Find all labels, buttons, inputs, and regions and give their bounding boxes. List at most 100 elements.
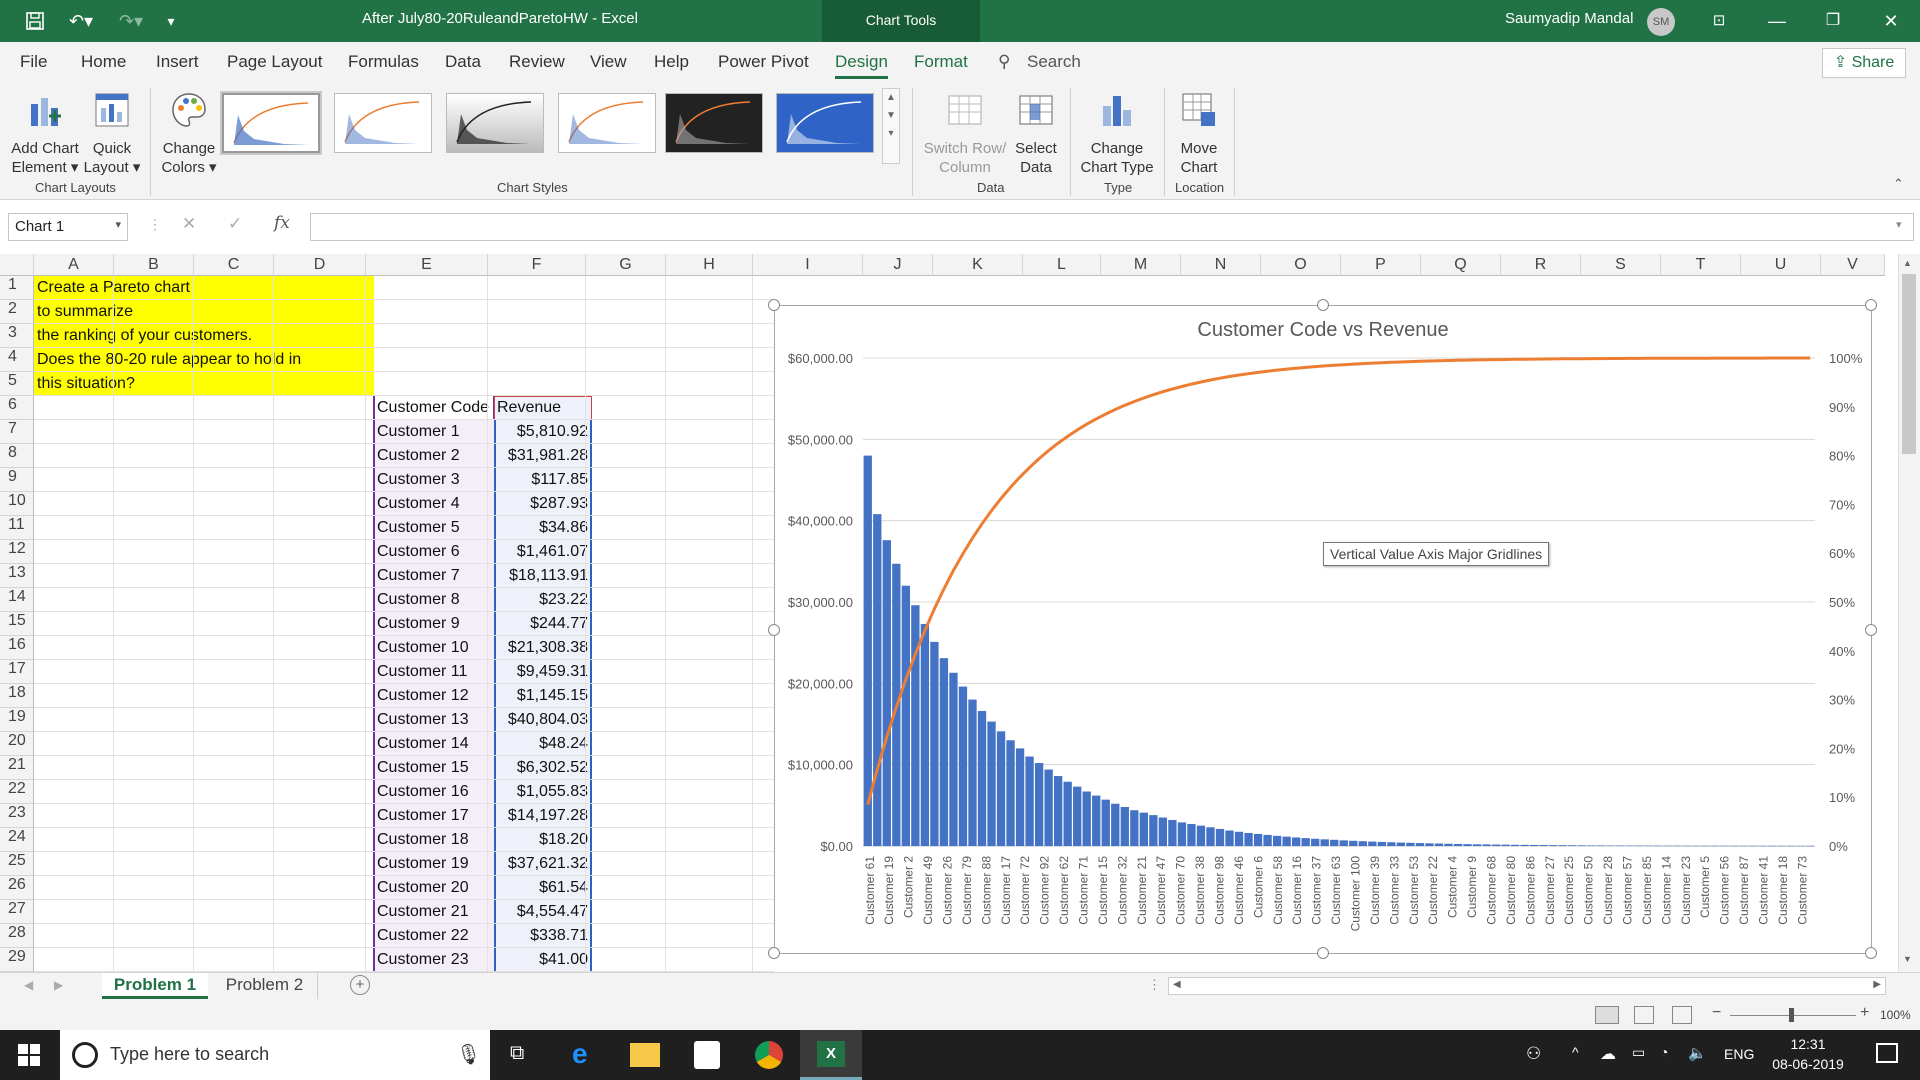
row-header-14[interactable]: 14	[0, 588, 34, 612]
revenue-cell[interactable]: $41.00	[494, 948, 592, 971]
tab-power-pivot[interactable]: Power Pivot	[718, 52, 809, 72]
customer-code-cell[interactable]: Customer 15	[377, 756, 469, 779]
revenue-cell[interactable]: $48.24	[494, 732, 592, 755]
customer-code-cell[interactable]: Customer 2	[377, 444, 460, 467]
tab-file[interactable]: File	[20, 52, 47, 72]
vertical-scrollbar[interactable]: ▲ ▼	[1898, 254, 1920, 972]
close-icon[interactable]: ✕	[1866, 0, 1916, 42]
customer-code-cell[interactable]: Customer 17	[377, 804, 469, 827]
revenue-cell[interactable]: $9,459.31	[494, 660, 592, 683]
restore-icon[interactable]: ❐	[1808, 0, 1858, 42]
resize-handle-top-left[interactable]	[768, 299, 780, 311]
column-header-s[interactable]: S	[1581, 254, 1661, 276]
zoom-level[interactable]: 100%	[1880, 1008, 1911, 1022]
select-data-button[interactable]: Select Data	[1010, 90, 1062, 177]
resize-handle-bottom[interactable]	[1317, 947, 1329, 959]
tab-help[interactable]: Help	[654, 52, 689, 72]
tab-view[interactable]: View	[590, 52, 627, 72]
chart-style-2[interactable]	[334, 93, 432, 153]
customer-code-cell[interactable]: Customer 4	[377, 492, 460, 515]
row-header-1[interactable]: 1	[0, 276, 34, 300]
customer-code-cell[interactable]: Customer 14	[377, 732, 469, 755]
revenue-cell[interactable]: $21,308.38	[494, 636, 592, 659]
avatar[interactable]: SM	[1647, 8, 1675, 36]
row-header-17[interactable]: 17	[0, 660, 34, 684]
row-header-23[interactable]: 23	[0, 804, 34, 828]
page-break-view-icon[interactable]	[1672, 1006, 1692, 1024]
revenue-cell[interactable]: $18,113.91	[494, 564, 592, 587]
revenue-cell[interactable]: $1,145.15	[494, 684, 592, 707]
search-icon[interactable]: ⚲	[998, 52, 1010, 72]
tab-home[interactable]: Home	[81, 52, 126, 72]
revenue-cell[interactable]: $18.20	[494, 828, 592, 851]
enter-icon[interactable]: ✓	[228, 214, 242, 234]
row-header-11[interactable]: 11	[0, 516, 34, 540]
revenue-cell[interactable]: $1,461.07	[494, 540, 592, 563]
change-colors-button[interactable]: Change Colors ▾	[156, 90, 222, 177]
undo-icon[interactable]: ↶▾	[56, 0, 106, 42]
row-header-29[interactable]: 29	[0, 948, 34, 972]
row-header-12[interactable]: 12	[0, 540, 34, 564]
column-header-e[interactable]: E	[366, 254, 488, 276]
next-sheet-icon[interactable]: ▶	[54, 978, 63, 992]
row-header-22[interactable]: 22	[0, 780, 34, 804]
column-header-k[interactable]: K	[933, 254, 1023, 276]
resize-handle-right[interactable]	[1865, 624, 1877, 636]
wifi-icon[interactable]: ◔	[1660, 1044, 1668, 1060]
row-header-25[interactable]: 25	[0, 852, 34, 876]
customer-code-cell[interactable]: Customer 11	[377, 660, 467, 683]
move-chart-button[interactable]: Move Chart	[1170, 90, 1228, 177]
row-header-21[interactable]: 21	[0, 756, 34, 780]
onedrive-icon[interactable]: ☁	[1600, 1044, 1616, 1064]
customer-code-cell[interactable]: Customer 9	[377, 612, 460, 635]
scroll-right-icon[interactable]: ▶	[1873, 979, 1881, 990]
add-sheet-button[interactable]: +	[350, 975, 370, 995]
horizontal-scrollbar[interactable]: ◀ ▶	[1168, 977, 1886, 995]
add-chart-element-button[interactable]: Add Chart Element ▾	[8, 90, 82, 177]
column-header-j[interactable]: J	[863, 254, 933, 276]
revenue-cell[interactable]: $5,810.92	[494, 420, 592, 443]
minimize-icon[interactable]: —	[1752, 0, 1802, 42]
zoom-slider-thumb[interactable]	[1789, 1008, 1794, 1022]
revenue-cell[interactable]: $31,981.28	[494, 444, 592, 467]
customer-code-cell[interactable]: Customer 7	[377, 564, 460, 587]
store-icon[interactable]	[694, 1041, 720, 1069]
clock-time[interactable]: 12:31	[1768, 1036, 1848, 1052]
row-header-4[interactable]: 4	[0, 348, 34, 372]
chart-style-4[interactable]	[558, 93, 656, 153]
revenue-cell[interactable]: $1,055.83	[494, 780, 592, 803]
instruction-line-5[interactable]: this situation?	[37, 372, 135, 395]
page-layout-view-icon[interactable]	[1634, 1006, 1654, 1024]
resize-handle-top[interactable]	[1317, 299, 1329, 311]
tell-me-search[interactable]: Search	[1027, 52, 1081, 72]
scroll-down-icon[interactable]: ▼	[1903, 954, 1912, 964]
tab-page-layout[interactable]: Page Layout	[227, 52, 322, 72]
revenue-cell[interactable]: $338.71	[494, 924, 592, 947]
column-header-v[interactable]: V	[1821, 254, 1885, 276]
resize-handle-bottom-right[interactable]	[1865, 947, 1877, 959]
customer-code-cell[interactable]: Customer 21	[377, 900, 469, 923]
column-header-b[interactable]: B	[114, 254, 194, 276]
customer-code-cell[interactable]: Customer 6	[377, 540, 460, 563]
column-header-u[interactable]: U	[1741, 254, 1821, 276]
insert-function-icon[interactable]: fx	[274, 213, 290, 233]
edge-icon[interactable]: e	[572, 1038, 588, 1070]
row-header-27[interactable]: 27	[0, 900, 34, 924]
input-language[interactable]: ENG	[1724, 1046, 1754, 1062]
column-header-t[interactable]: T	[1661, 254, 1741, 276]
quick-layout-button[interactable]: Quick Layout ▾	[82, 90, 142, 177]
customer-code-cell[interactable]: Customer 3	[377, 468, 460, 491]
row-header-9[interactable]: 9	[0, 468, 34, 492]
header-revenue[interactable]: Revenue	[497, 396, 561, 419]
row-header-20[interactable]: 20	[0, 732, 34, 756]
revenue-cell[interactable]: $23.22	[494, 588, 592, 611]
change-chart-type-button[interactable]: Change Chart Type	[1076, 90, 1158, 177]
instruction-line-1[interactable]: Create a Pareto chart	[37, 276, 190, 299]
prev-sheet-icon[interactable]: ◀	[24, 978, 33, 992]
revenue-cell[interactable]: $4,554.47	[494, 900, 592, 923]
row-header-28[interactable]: 28	[0, 924, 34, 948]
battery-icon[interactable]: ▭	[1632, 1044, 1645, 1061]
customer-code-cell[interactable]: Customer 23	[377, 948, 469, 971]
tab-split-handle[interactable]: ⋮	[1148, 977, 1161, 993]
tab-review[interactable]: Review	[509, 52, 565, 72]
